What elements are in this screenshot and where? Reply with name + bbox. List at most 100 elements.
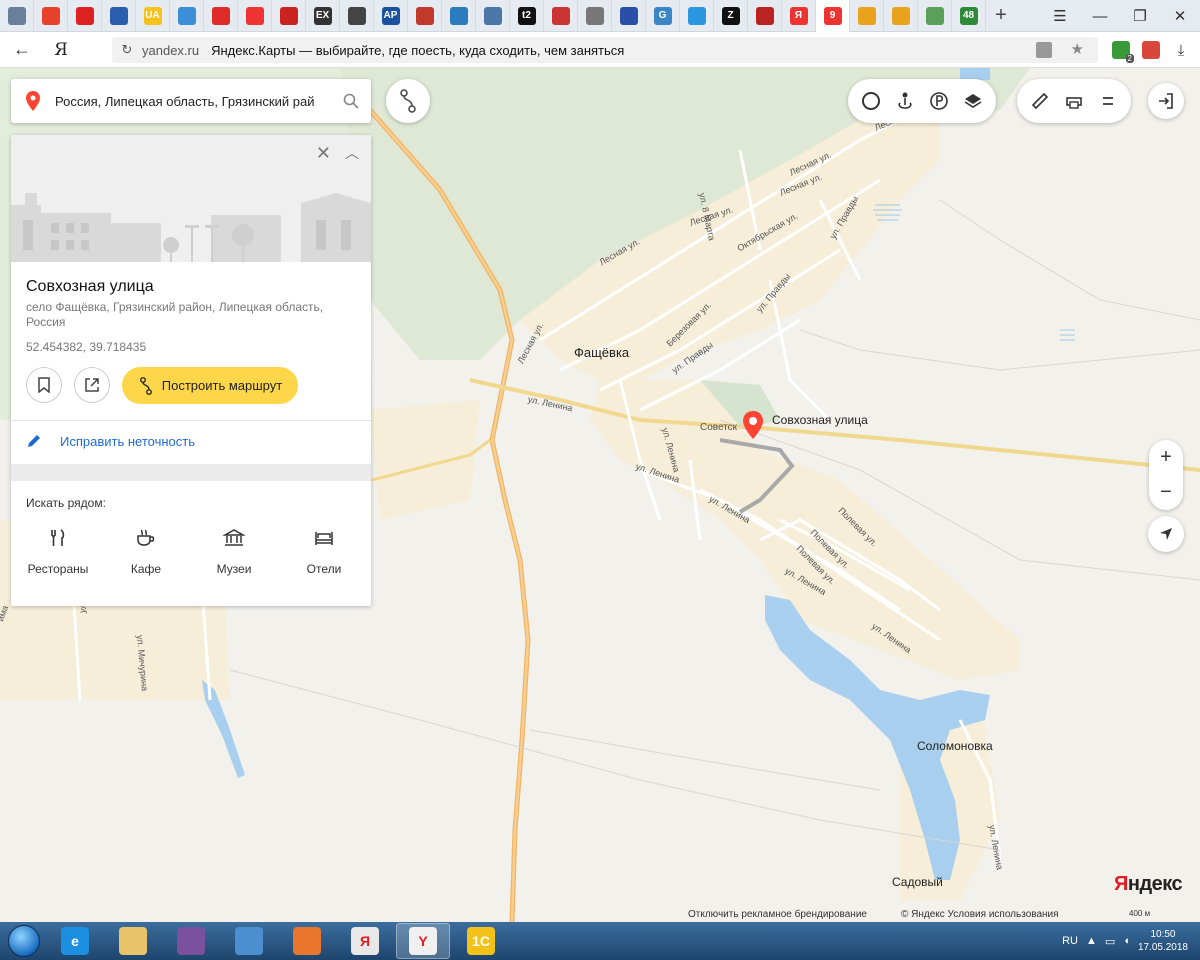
nearby-hotels[interactable]: Отели [284,528,364,576]
number-icon: 48 [959,6,978,25]
volume-icon[interactable]: ◖ [1123,935,1130,947]
browser-tab[interactable] [408,0,442,32]
menu-button[interactable] [1093,86,1123,116]
nearby-museums[interactable]: Музеи [194,528,274,576]
browser-tab[interactable]: EX [306,0,340,32]
traffic-icon [862,92,880,110]
lock-icon[interactable] [1036,42,1052,58]
browser-tab[interactable] [34,0,68,32]
search-icon[interactable] [331,93,371,109]
browser-tab[interactable] [476,0,510,32]
tray-arrow-icon[interactable]: ▲ [1086,935,1097,947]
target-icon [177,6,196,25]
taskbar-app-viber[interactable] [164,923,218,959]
nearby-cafe[interactable]: Кафе [106,528,186,576]
place-title: Совхозная улица [26,278,154,295]
address-bar[interactable]: ↻ yandex.ru Яндекс.Карты — выбирайте, гд… [112,37,1098,63]
place-coordinates[interactable]: 52.454382, 39.718435 [26,340,146,354]
browser-tab[interactable] [884,0,918,32]
fix-inaccuracy-link[interactable]: Исправить неточность [26,433,195,449]
close-icon[interactable]: ✕ [1160,0,1200,32]
browser-tab[interactable] [612,0,646,32]
taskbar-app-yandex[interactable]: Я [338,923,392,959]
browser-tab[interactable] [850,0,884,32]
browser-tab[interactable] [170,0,204,32]
url-domain: yandex.ru [142,42,200,58]
taskbar-app-player[interactable] [280,923,334,959]
taskbar-app-ie[interactable]: e [48,923,102,959]
search-input[interactable]: Россия, Липецкая область, Грязинский рай [55,94,331,109]
minimize-icon[interactable]: — [1080,0,1120,32]
extension-badge: 2 [1125,54,1134,63]
zoom-out-button[interactable]: − [1149,475,1183,510]
browser-tab[interactable]: Z [714,0,748,32]
browser-tab[interactable]: AP [374,0,408,32]
new-tab-button[interactable]: + [986,0,1016,32]
browser-tab[interactable] [544,0,578,32]
clock[interactable]: 10:50 17.05.2018 [1138,928,1188,954]
cherry-icon [75,6,94,25]
share-button[interactable] [74,367,110,403]
taskbar-app-yandex-browser[interactable]: Y [396,923,450,959]
panorama-button[interactable] [890,86,920,116]
browser-tab[interactable] [918,0,952,32]
network-icon[interactable]: ▭ [1105,935,1115,948]
pdf-extension-icon[interactable] [1142,41,1160,59]
street-illustration: ✕ ︿ [11,135,371,262]
browser-tab[interactable] [68,0,102,32]
browser-tab[interactable]: t2 [510,0,544,32]
reload-icon[interactable]: ↻ [112,42,142,58]
taskbar-app-speaker[interactable] [222,923,276,959]
browser-tab[interactable] [578,0,612,32]
geolocation-button[interactable] [1148,516,1184,552]
layers-button[interactable] [958,86,988,116]
browser-tab[interactable]: Я [782,0,816,32]
parking-button[interactable] [924,86,954,116]
taskbar-app-1c[interactable]: 1С [454,923,508,959]
browser-tab[interactable] [238,0,272,32]
place-label: Садовый [892,875,943,889]
yandex-home-button[interactable]: Я [44,40,78,60]
ruler-button[interactable] [1025,86,1055,116]
browser-tab[interactable]: G [646,0,680,32]
bookmark-star-icon[interactable]: ★ [1071,40,1084,58]
pencil-icon [28,435,40,447]
search-box[interactable]: Россия, Липецкая область, Грязинский рай [11,79,371,123]
t2-icon: t2 [517,6,536,25]
browser-tab[interactable] [340,0,374,32]
browser-tab[interactable] [102,0,136,32]
ruler-icon [1031,92,1049,110]
browser-tab[interactable]: 9 [816,0,850,32]
shield-extension-icon[interactable]: 2 [1112,41,1134,63]
browser-tab[interactable]: UA [136,0,170,32]
browser-tab[interactable] [442,0,476,32]
close-icon[interactable]: ✕ [316,143,331,164]
routes-button[interactable] [386,79,430,123]
browser-tab[interactable] [204,0,238,32]
traffic-button[interactable] [856,86,886,116]
browser-tab[interactable] [748,0,782,32]
chevron-up-icon[interactable]: ︿ [345,143,359,163]
login-button[interactable] [1148,83,1184,119]
browser-tab[interactable] [680,0,714,32]
browser-navbar: ← Я ↻ yandex.ru Яндекс.Карты — выбирайте… [0,32,1200,68]
build-route-button[interactable]: Построить маршрут [122,367,298,404]
nearby-restaurants[interactable]: Рестораны [18,528,98,576]
browser-tab[interactable]: 48 [952,0,986,32]
ads-branding-link[interactable]: Отключить рекламное брендирование [688,909,867,920]
browser-tab[interactable] [272,0,306,32]
print-button[interactable] [1059,86,1089,116]
start-button[interactable] [0,922,48,960]
zoom-in-button[interactable]: + [1149,440,1183,475]
taskbar-app-explorer[interactable] [106,923,160,959]
language-indicator[interactable]: RU [1062,935,1078,947]
copyright-link[interactable]: © Яндекс Условия использования [901,909,1059,920]
menu-icon[interactable]: ☰ [1040,0,1080,32]
restore-icon[interactable]: ❐ [1120,0,1160,32]
bookmark-button[interactable] [26,367,62,403]
fix-inaccuracy-label: Исправить неточность [60,433,195,449]
download-icon[interactable]: ⤓ [1172,41,1190,59]
back-button[interactable]: ← [0,39,44,60]
clock-date: 17.05.2018 [1137,942,1188,953]
browser-tab[interactable] [0,0,34,32]
